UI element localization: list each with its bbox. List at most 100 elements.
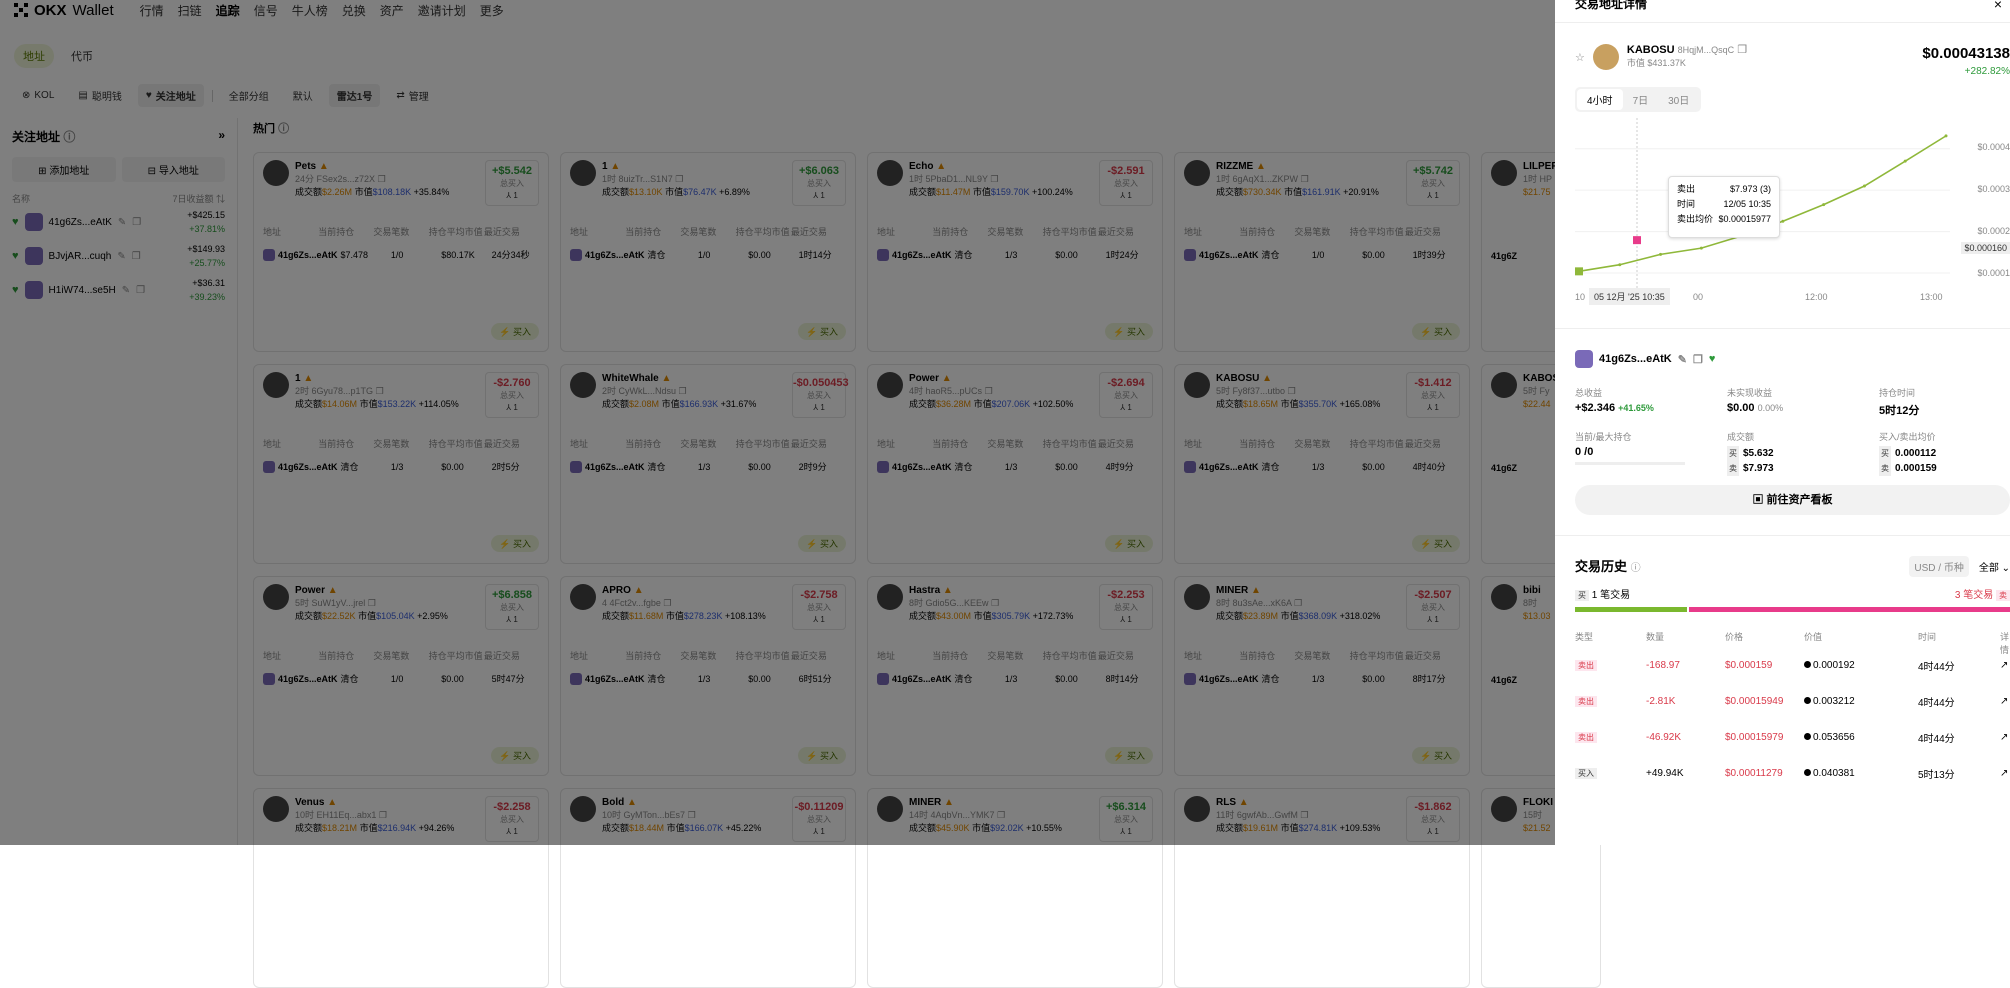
history-title: 交易历史 ⓘ — [1575, 556, 1641, 575]
external-link-icon[interactable]: ↗ — [2000, 696, 2010, 707]
history-row[interactable]: 买入 +49.94K $0.00011279 0.040381 5时13分 ↗ — [1575, 766, 2010, 781]
trade-value: 0.000192 — [1813, 660, 1855, 671]
price-point — [1944, 134, 1948, 138]
heart-icon[interactable]: ♥ — [1709, 353, 1716, 365]
chain-icon — [1804, 697, 1811, 704]
chain-icon — [1804, 769, 1811, 776]
tooltip-value: $0.00015977 — [1718, 214, 1771, 224]
asset-dashboard-button[interactable]: ▣ 前往资产看板 — [1575, 485, 2010, 515]
panel-header: 交易地址详情 × — [1555, 0, 2010, 23]
position-bar — [1575, 462, 1685, 465]
x-tick-label: 00 — [1693, 292, 1704, 302]
unit-toggle[interactable]: USD / 币种 — [1909, 556, 1969, 577]
tab-7d[interactable]: 7日 — [1623, 89, 1659, 110]
col-qty: 数量 — [1646, 632, 1665, 642]
type-filter[interactable]: 全部 ⌄ — [1979, 559, 2010, 574]
external-link-icon[interactable]: ↗ — [2000, 660, 2010, 671]
divider — [1555, 535, 2010, 536]
tooltip-value: 12/05 10:35 — [1723, 199, 1771, 209]
trade-value-wrap: 0.000192 — [1804, 660, 1918, 671]
price-point — [1822, 203, 1826, 207]
stat-extra: +41.65% — [1618, 403, 1654, 413]
stat-label: 当前/最大持仓 — [1575, 432, 1632, 442]
price-point — [1659, 252, 1663, 256]
price-chart[interactable]: 卖出 $7.973 (3) 时间 12/05 10:35 卖出均价 $0.000159… — [1575, 118, 2010, 308]
col-type: 类型 — [1575, 632, 1594, 642]
history-controls: USD / 币种 全部 ⌄ — [1909, 556, 2010, 577]
trade-value-wrap: 0.003212 — [1804, 696, 1918, 707]
buy-marker[interactable] — [1575, 267, 1583, 276]
history-row[interactable]: 卖出 -46.92K $0.00015979 0.053656 4时44分 ↗ — [1575, 730, 2010, 745]
trade-time: 4时44分 — [1918, 734, 1955, 745]
asset-dashboard-label: 前往资产看板 — [1766, 494, 1833, 506]
price-point — [1862, 184, 1866, 188]
tab-4h[interactable]: 4小时 — [1577, 89, 1623, 110]
token-price: $0.00043138 +282.82% — [1922, 45, 2010, 81]
price-point — [1903, 159, 1907, 163]
timeframe-tabs: 4小时 7日 30日 — [1575, 87, 1702, 112]
trade-price: $0.00015949 — [1725, 696, 1784, 707]
divider — [1555, 328, 2010, 329]
price-value: $0.00043138 — [1922, 45, 2010, 62]
wallet-header: 41g6Zs...eAtK ✎ ❐ ♥ — [1575, 350, 1715, 368]
avatar — [1575, 350, 1593, 368]
copy-icon[interactable]: ❐ — [1693, 353, 1703, 366]
volume-buy: $5.632 — [1743, 448, 1774, 459]
tab-30d[interactable]: 30日 — [1658, 89, 1699, 110]
stat-avg-price: 买入/卖出均价买 0.000112 卖 0.000159 — [1879, 430, 2010, 476]
close-icon[interactable]: × — [1994, 0, 2010, 12]
panel-title: 交易地址详情 — [1575, 0, 1648, 11]
trade-price: $0.000159 — [1725, 660, 1773, 671]
trade-type: 卖出 — [1575, 696, 1597, 707]
buy-tag: 买 — [1879, 446, 1891, 461]
history-row[interactable]: 卖出 -2.81K $0.00015949 0.003212 4时44分 ↗ — [1575, 694, 2010, 709]
token-market-cap: 市值 $431.37K — [1626, 58, 1686, 68]
token-address: 8HqjM...QsqC — [1677, 45, 1735, 55]
trade-value: 0.040381 — [1813, 768, 1855, 779]
price-point — [1618, 263, 1622, 267]
chain-icon — [1804, 733, 1811, 740]
history-row[interactable]: 卖出 -168.97 $0.000159 0.000192 4时44分 ↗ — [1575, 658, 2010, 673]
buy-count: 买 1 笔交易 — [1575, 586, 1630, 601]
stat-label: 总收益 — [1575, 388, 1603, 398]
stat-label: 持仓时间 — [1879, 388, 1916, 398]
y-tick-label: $0.0001 — [1977, 268, 2010, 278]
trade-qty: -46.92K — [1646, 732, 1682, 743]
external-link-icon[interactable]: ↗ — [2000, 768, 2010, 779]
wallet-stats: 总收益 +$2.346 +41.65% 未实现收益 $0.00 0.00% 持仓时间… — [1575, 386, 2010, 476]
sell-count-text: 3 笔交易 — [1954, 590, 1994, 601]
token-avatar — [1592, 44, 1619, 70]
copy-icon[interactable]: ❐ — [1737, 44, 1747, 56]
x-tick-label: 12:00 — [1805, 292, 1828, 302]
trade-qty: +49.94K — [1646, 768, 1684, 779]
col-value: 价值 — [1804, 632, 1823, 642]
stat-value: 5时12分 — [1879, 405, 1920, 417]
stat-label: 未实现收益 — [1727, 388, 1773, 398]
price-point — [1699, 246, 1703, 250]
modal-overlay[interactable] — [0, 0, 1555, 845]
buy-tag: 买 — [1727, 446, 1739, 461]
history-title-text: 交易历史 — [1575, 559, 1628, 574]
price-point — [1781, 219, 1785, 223]
trade-type: 卖出 — [1575, 732, 1597, 743]
buy-tag: 买 — [1575, 590, 1589, 601]
trade-qty: -2.81K — [1646, 696, 1676, 707]
tooltip-key: 时间 — [1677, 199, 1696, 209]
trade-type: 卖出 — [1575, 660, 1597, 671]
sell-tag: 卖 — [1996, 590, 2010, 601]
external-link-icon[interactable]: ↗ — [2000, 732, 2010, 743]
buy-sell-ratio-bar — [1575, 607, 2010, 612]
tooltip-key: 卖出 — [1677, 184, 1696, 194]
sell-marker[interactable] — [1633, 236, 1641, 245]
info-icon[interactable]: ⓘ — [1631, 563, 1641, 574]
edit-icon[interactable]: ✎ — [1678, 353, 1687, 366]
x-tick-label: 13:00 — [1920, 292, 1943, 302]
y-tick-label: $0.0002 — [1977, 226, 2010, 236]
trade-type: 买入 — [1575, 768, 1597, 779]
volume-sell: $7.973 — [1743, 463, 1774, 474]
trade-time: 5时13分 — [1918, 770, 1955, 781]
type-filter-label: 全部 — [1978, 563, 1999, 574]
star-icon[interactable]: ☆ — [1575, 51, 1585, 64]
trade-value: 0.003212 — [1813, 696, 1855, 707]
chart-tooltip: 卖出 $7.973 (3) 时间 12/05 10:35 卖出均价 $0.000159… — [1668, 176, 1780, 238]
